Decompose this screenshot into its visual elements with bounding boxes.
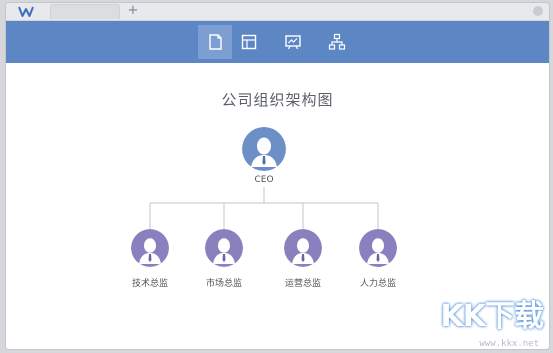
note-tool-button[interactable]: [198, 25, 232, 59]
operations-director-label: 运营总监: [284, 279, 321, 289]
person-icon: [359, 229, 397, 267]
document-tab[interactable]: [50, 4, 120, 19]
table-icon: [241, 34, 257, 50]
person-icon: [205, 229, 243, 267]
hr-director-avatar[interactable]: [359, 229, 397, 267]
hr-director-label: 人力总监: [359, 279, 396, 289]
marketing-director-label: 市场总监: [205, 279, 242, 289]
ceo-avatar[interactable]: [242, 127, 286, 171]
ceo-label: CEO: [254, 175, 274, 185]
chart-board-icon: [285, 35, 301, 50]
tech-director-avatar[interactable]: [131, 229, 169, 267]
watermark-logo: KK下载: [440, 299, 544, 334]
close-window-button[interactable]: [533, 6, 543, 16]
note-icon: [209, 34, 222, 50]
table-tool-button[interactable]: [232, 25, 266, 59]
wps-logo-icon[interactable]: [18, 5, 34, 18]
marketing-director-avatar[interactable]: [205, 229, 243, 267]
watermark: KK下载 www.kkx.net: [413, 291, 544, 349]
operations-director-avatar[interactable]: [284, 229, 322, 267]
tab-bar: +: [6, 3, 549, 21]
toolbar: [6, 21, 549, 63]
person-icon: [242, 127, 286, 171]
org-chart-tool-button[interactable]: [320, 25, 354, 59]
new-tab-button[interactable]: +: [126, 3, 140, 19]
presentation-tool-button[interactable]: [276, 25, 310, 59]
org-chart-icon: [328, 33, 346, 50]
tech-director-label: 技术总监: [131, 279, 168, 289]
watermark-url: www.kkx.net: [479, 339, 539, 349]
person-icon: [131, 229, 169, 267]
person-icon: [284, 229, 322, 267]
